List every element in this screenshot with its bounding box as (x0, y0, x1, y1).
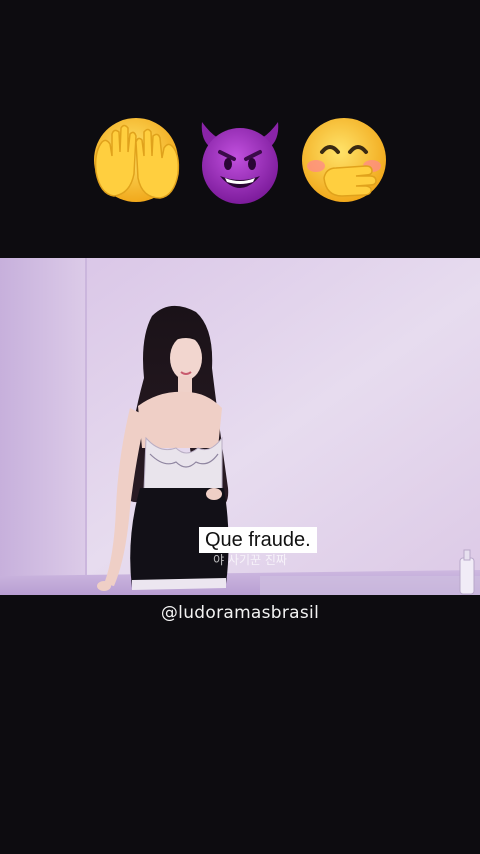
korean-subtitle: 야 사기꾼 진짜 (213, 553, 287, 567)
smiling-face-with-horns-emoji-icon (192, 112, 288, 208)
bottom-black-band (0, 595, 480, 854)
video-caption-box: Que fraude. (199, 527, 317, 553)
video-caption-text: Que fraude. (205, 529, 311, 551)
peeking-face-emoji-icon (88, 112, 184, 208)
watermark-handle: @ludoramasbrasil (160, 603, 320, 623)
video-frame[interactable]: Que fraude. 야 사기꾼 진짜 (0, 258, 480, 595)
face-with-hand-over-mouth-emoji-icon (296, 112, 392, 208)
emoji-reaction-row (0, 112, 480, 208)
